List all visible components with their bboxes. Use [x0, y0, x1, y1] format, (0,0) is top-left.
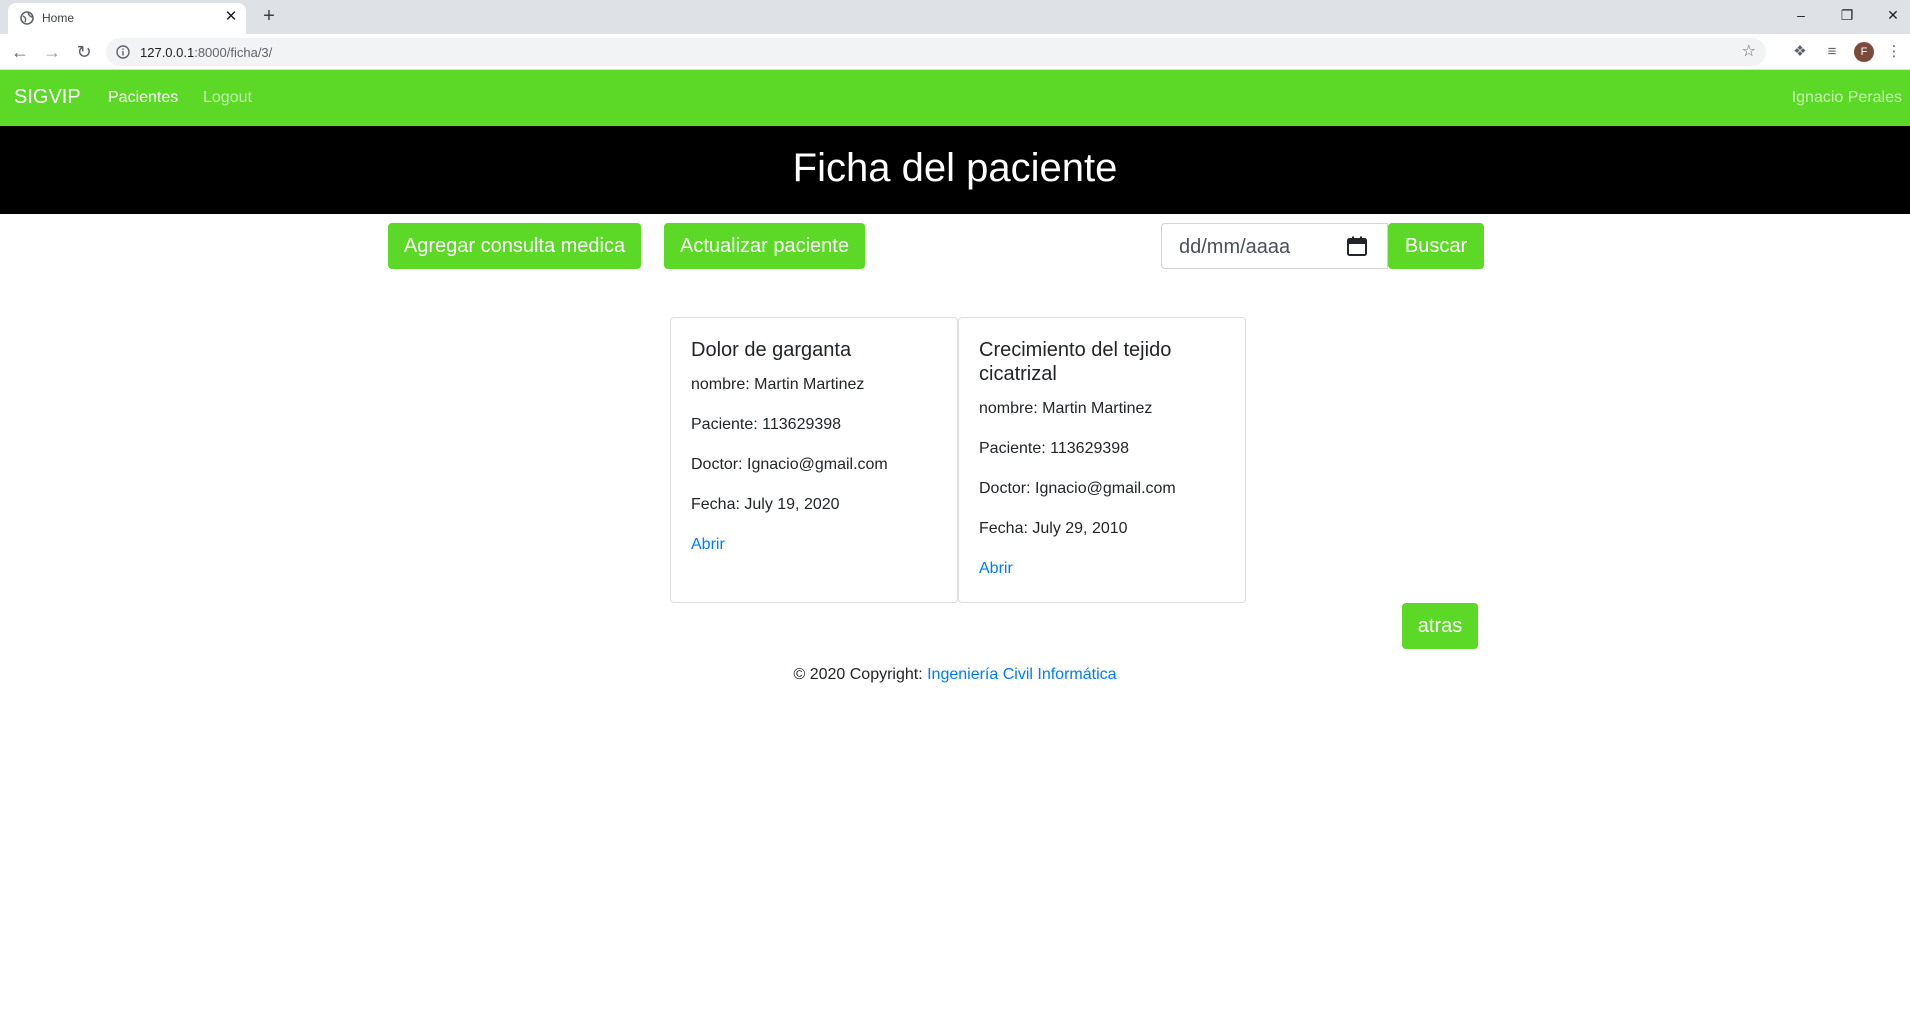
plus-icon[interactable]: + — [258, 5, 280, 27]
browser-toolbar: ← → ↻ 127.0.0.1:8000/ficha/3/ ☆ ❖ ≡ F ⋮ — [0, 34, 1910, 70]
calendar-icon[interactable] — [1346, 235, 1368, 257]
media-icon[interactable]: ≡ — [1822, 42, 1842, 62]
address-bar[interactable]: 127.0.0.1:8000/ficha/3/ ☆ — [106, 38, 1766, 66]
card-open-link[interactable]: Abrir — [691, 536, 725, 554]
add-consultation-button[interactable]: Agregar consulta medica — [388, 223, 641, 269]
search-button[interactable]: Buscar — [1388, 223, 1484, 269]
star-icon[interactable]: ☆ — [1742, 42, 1756, 62]
footer-link[interactable]: Ingeniería Civil Informática — [927, 666, 1116, 683]
avatar[interactable]: F — [1854, 42, 1874, 62]
tab-title: Home — [42, 11, 75, 25]
card-fecha: Fecha: July 29, 2010 — [979, 520, 1128, 537]
card-doctor: Doctor: Ignacio@gmail.com — [691, 456, 888, 473]
card-title: Dolor de garganta — [691, 339, 852, 361]
card-title: Crecimiento del tejido cicatrizal — [979, 339, 1172, 385]
puzzle-icon[interactable]: ❖ — [1790, 42, 1810, 62]
browser-tab[interactable]: Home ✕ — [8, 3, 246, 34]
page-title: Ficha del paciente — [792, 146, 1118, 190]
url-host: 127.0.0.1 — [140, 45, 195, 60]
consultation-card: Crecimiento del tejido cicatrizal nombre… — [958, 317, 1246, 603]
card-paciente: Paciente: 113629398 — [979, 440, 1130, 457]
consultation-card: Dolor de garganta nombre: Martin Martine… — [670, 317, 958, 603]
update-patient-button[interactable]: Actualizar paciente — [664, 223, 865, 269]
globe-icon — [20, 11, 34, 25]
footer-copyright: © 2020 Copyright: — [793, 666, 928, 683]
forward-icon[interactable]: → — [40, 40, 64, 64]
date-input[interactable]: dd/mm/aaaa — [1161, 223, 1388, 269]
window-close-button[interactable]: ✕ — [1870, 0, 1910, 30]
menu-icon[interactable]: ⋮ — [1884, 42, 1904, 62]
minimize-button[interactable]: – — [1778, 0, 1824, 30]
reload-icon[interactable]: ↻ — [72, 40, 96, 64]
url-path: :8000/ficha/3/ — [194, 45, 273, 60]
card-nombre: nombre: Martin Martinez — [691, 376, 865, 393]
card-doctor: Doctor: Ignacio@gmail.com — [979, 480, 1176, 497]
url-text: 127.0.0.1:8000/ficha/3/ — [140, 45, 272, 60]
back-icon[interactable]: ← — [8, 40, 32, 64]
card-open-link[interactable]: Abrir — [979, 560, 1013, 578]
navbar: SIGVIP Pacientes Logout Ignacio Perales — [0, 70, 1910, 126]
navbar-brand[interactable]: SIGVIP — [14, 86, 81, 109]
card-nombre: nombre: Martin Martinez — [979, 400, 1153, 417]
card-paciente: Paciente: 113629398 — [691, 416, 842, 433]
nav-link-logout[interactable]: Logout — [203, 89, 252, 107]
restore-button[interactable]: ❐ — [1824, 0, 1870, 30]
back-button[interactable]: atras — [1402, 603, 1478, 649]
close-icon[interactable]: ✕ — [222, 8, 240, 26]
page-header: Ficha del paciente — [0, 126, 1910, 214]
date-placeholder: dd/mm/aaaa — [1179, 236, 1291, 258]
browser-tabstrip: Home ✕ + – ❐ ✕ — [0, 0, 1910, 34]
card-fecha: Fecha: July 19, 2020 — [691, 496, 840, 513]
nav-user-name[interactable]: Ignacio Perales — [1792, 89, 1902, 107]
info-icon — [116, 45, 130, 59]
nav-link-pacientes[interactable]: Pacientes — [108, 89, 178, 107]
footer: © 2020 Copyright: Ingeniería Civil Infor… — [0, 666, 1910, 684]
